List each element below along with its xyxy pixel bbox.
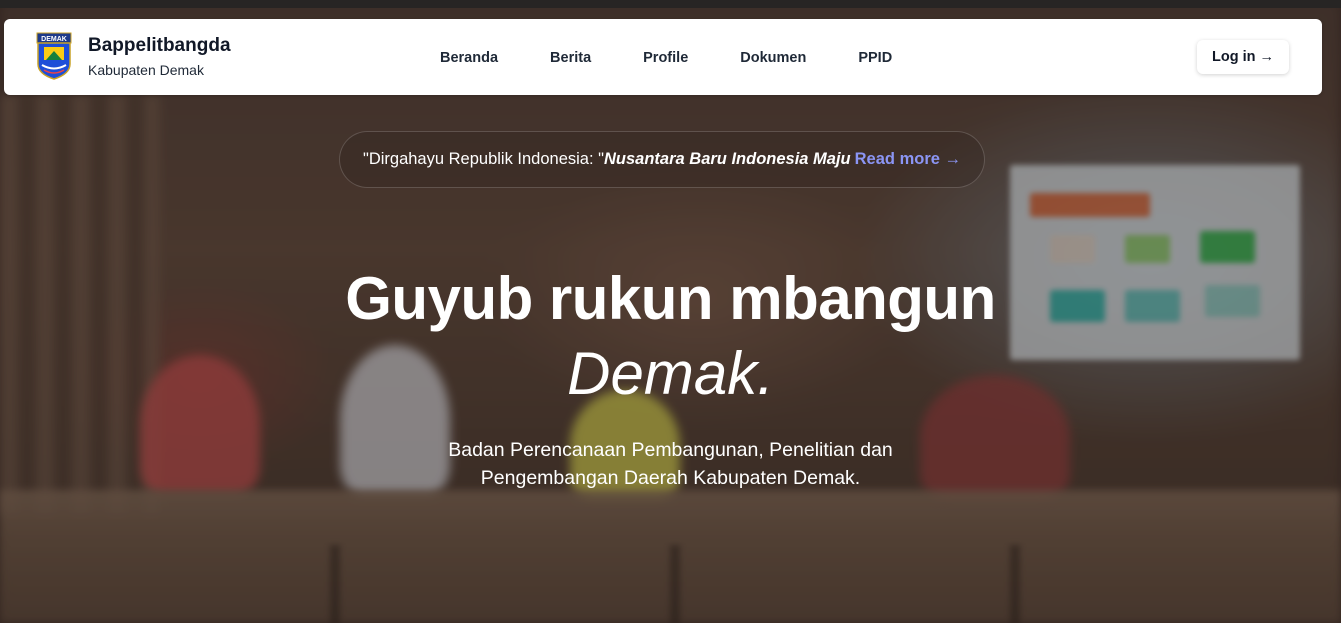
navbar: DEMAK Bappelitbangda Kabupaten Demak Ber… [4, 19, 1322, 95]
logo-demak[interactable]: DEMAK [36, 32, 72, 80]
nav-item-ppid[interactable]: PPID [858, 50, 892, 66]
hero-headline-emphasis: Demak. [567, 340, 774, 407]
brand-title[interactable]: Bappelitbangda [88, 35, 231, 57]
announcement-prefix: "Dirgahayu Republik Indonesia: " [362, 150, 604, 168]
nav-item-beranda[interactable]: Beranda [440, 50, 498, 66]
svg-text:DEMAK: DEMAK [41, 36, 67, 43]
crest-icon: DEMAK [36, 32, 72, 80]
nav-item-berita[interactable]: Berita [550, 50, 591, 66]
announcement-banner: "Dirgahayu Republik Indonesia: " Nusanta… [339, 131, 985, 188]
brand-subtitle: Kabupaten Demak [88, 62, 204, 78]
main-nav: Beranda Berita Profile Dokumen PPID [440, 50, 944, 66]
hero-headline: Guyub rukun mbangun [345, 265, 996, 332]
page: DEMAK Bappelitbangda Kabupaten Demak Ber… [0, 0, 1341, 623]
read-more-link[interactable]: Read more → [855, 150, 961, 169]
hero-subtext: Badan Perencanaan Pembangunan, Penelitia… [0, 436, 1341, 492]
announcement-title: Nusantara Baru Indonesia Maju [604, 150, 851, 168]
hero-subtext-line1: Badan Perencanaan Pembangunan, Penelitia… [448, 439, 893, 461]
hero-subtext-line2: Pengembangan Daerah Kabupaten Demak. [480, 467, 861, 489]
nav-item-dokumen[interactable]: Dokumen [740, 50, 806, 66]
login-button[interactable]: Log in → [1196, 40, 1289, 74]
nav-item-profile[interactable]: Profile [643, 50, 688, 66]
